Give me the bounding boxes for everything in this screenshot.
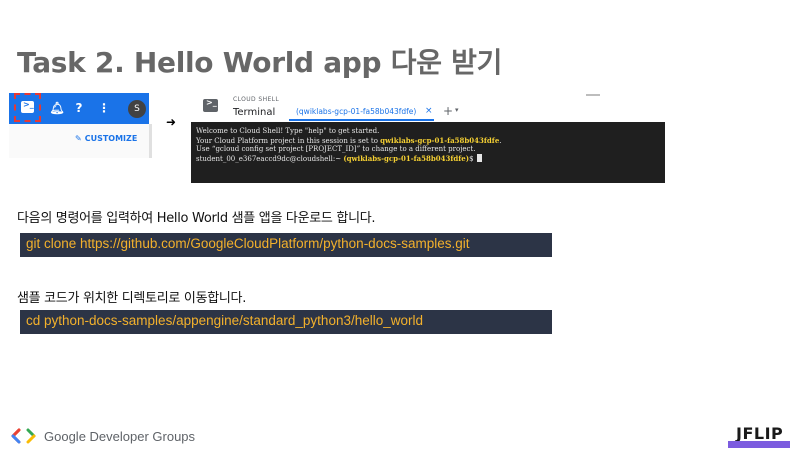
close-tab-icon[interactable]: × xyxy=(425,106,433,116)
terminal-prompt: student_00_e367eaccd9dc@cloudshell:~ (qw… xyxy=(196,154,482,164)
step-1-command: git clone https://github.com/GoogleCloud… xyxy=(26,236,470,251)
step-2-command: cd python-docs-samples/appengine/standar… xyxy=(26,313,424,328)
terminal-line: Use “gcloud config set project [PROJECT_… xyxy=(196,145,476,153)
terminal-window[interactable]: Welcome to Cloud Shell! Type "help" to g… xyxy=(191,122,665,183)
step-2-command-box: cd python-docs-samples/appengine/standar… xyxy=(20,310,552,334)
help-icon[interactable]: ? xyxy=(71,100,87,116)
brand-accent-bar xyxy=(728,441,790,448)
slide-title: Task 2. Hello World app 다운 받기 xyxy=(17,46,503,79)
step-1-command-box: git clone https://github.com/GoogleCloud… xyxy=(20,233,552,257)
step-2-text: 샘플 코드가 위치한 디렉토리로 이동합니다. xyxy=(17,291,247,306)
gdg-label: Google Developer Groups xyxy=(44,429,196,444)
minimize-icon[interactable] xyxy=(586,94,600,96)
customize-label: CUSTOMIZE xyxy=(84,134,138,143)
cloud-shell-label: CLOUD SHELL xyxy=(233,96,280,103)
cloud-shell-header: >_ CLOUD SHELL Terminal (qwiklabs-gcp-01… xyxy=(193,94,603,122)
add-tab-icon[interactable]: + xyxy=(443,104,453,118)
step-1-text: 다음의 명령어를 입력하여 Hello World 샘플 앱을 다운로드 합니다… xyxy=(17,211,376,226)
avatar[interactable]: S xyxy=(128,100,146,118)
notifications-icon[interactable]: 🔔︎ xyxy=(49,100,65,116)
active-tab-indicator xyxy=(289,119,434,121)
terminal-cursor xyxy=(476,154,482,162)
terminal-line: Welcome to Cloud Shell! Type "help" to g… xyxy=(196,127,380,135)
more-vert-icon[interactable]: ⋮ xyxy=(96,100,112,116)
terminal-label: Terminal xyxy=(233,107,276,118)
customize-button[interactable]: ✎ CUSTOMIZE xyxy=(75,134,137,143)
chevron-down-icon[interactable]: ▾ xyxy=(455,106,459,114)
arrow-right-icon: ➜ xyxy=(166,115,177,129)
highlight-box xyxy=(14,93,41,122)
pencil-icon: ✎ xyxy=(75,134,82,143)
cloud-shell-logo-icon: >_ xyxy=(203,98,218,112)
terminal-tab[interactable]: (qwiklabs-gcp-01-fa58b043fdfe) xyxy=(296,107,416,116)
